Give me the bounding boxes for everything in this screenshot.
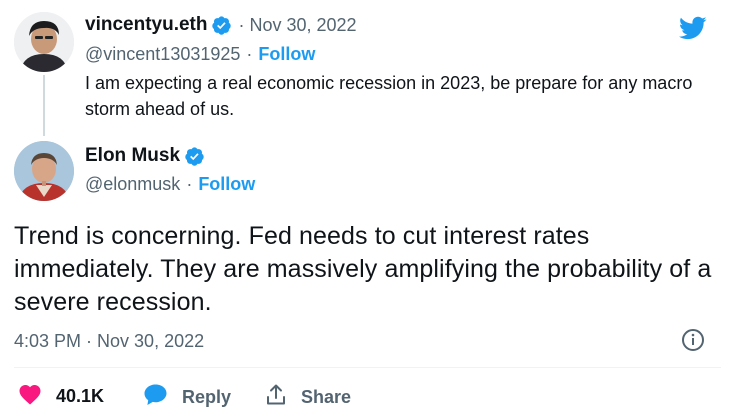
share-label: Share xyxy=(301,387,352,407)
quoted-tweet-header: vincentyu.eth · Nov 30, 2022 xyxy=(85,14,357,36)
avatar-vincentyu[interactable] xyxy=(14,12,74,72)
handle-separator: · xyxy=(186,174,193,194)
quoted-handle[interactable]: @vincent13031925 xyxy=(85,44,240,65)
tweet-timestamp[interactable]: 4:03 PM · Nov 30, 2022 xyxy=(14,331,204,352)
main-tweet-text: Trend is concerning. Fed needs to cut in… xyxy=(14,222,712,316)
heart-icon xyxy=(18,383,42,410)
verified-badge-icon xyxy=(211,15,232,36)
follow-button-elonmusk[interactable]: Follow xyxy=(198,174,255,195)
share-button[interactable]: Share xyxy=(265,383,351,412)
main-display-name[interactable]: Elon Musk xyxy=(85,145,180,167)
share-icon xyxy=(265,383,287,412)
divider xyxy=(14,367,721,368)
verified-badge-icon xyxy=(184,146,205,167)
like-button[interactable]: 40.1K xyxy=(18,383,104,410)
quoted-tweet-text: I am expecting a real economic recession… xyxy=(85,73,693,119)
avatar-elon-musk[interactable] xyxy=(14,141,74,201)
quoted-tweet-date[interactable]: · Nov 30, 2022 xyxy=(238,15,356,36)
reply-label: Reply xyxy=(182,387,232,407)
reply-button[interactable]: Reply xyxy=(143,383,231,412)
handle-separator: · xyxy=(246,44,253,64)
twitter-bird-icon[interactable] xyxy=(677,14,709,42)
quoted-display-name[interactable]: vincentyu.eth xyxy=(85,14,207,36)
main-handle-row: @elonmusk · Follow xyxy=(85,174,255,195)
thread-connector-line xyxy=(43,75,45,136)
like-count: 40.1K xyxy=(56,386,105,406)
follow-button-vincentyu[interactable]: Follow xyxy=(258,44,315,65)
info-icon[interactable] xyxy=(681,328,705,357)
main-tweet-header: Elon Musk xyxy=(85,145,205,167)
main-handle[interactable]: @elonmusk xyxy=(85,174,180,195)
quoted-handle-row: @vincent13031925 · Follow xyxy=(85,44,315,65)
reply-bubble-icon xyxy=(143,383,168,412)
